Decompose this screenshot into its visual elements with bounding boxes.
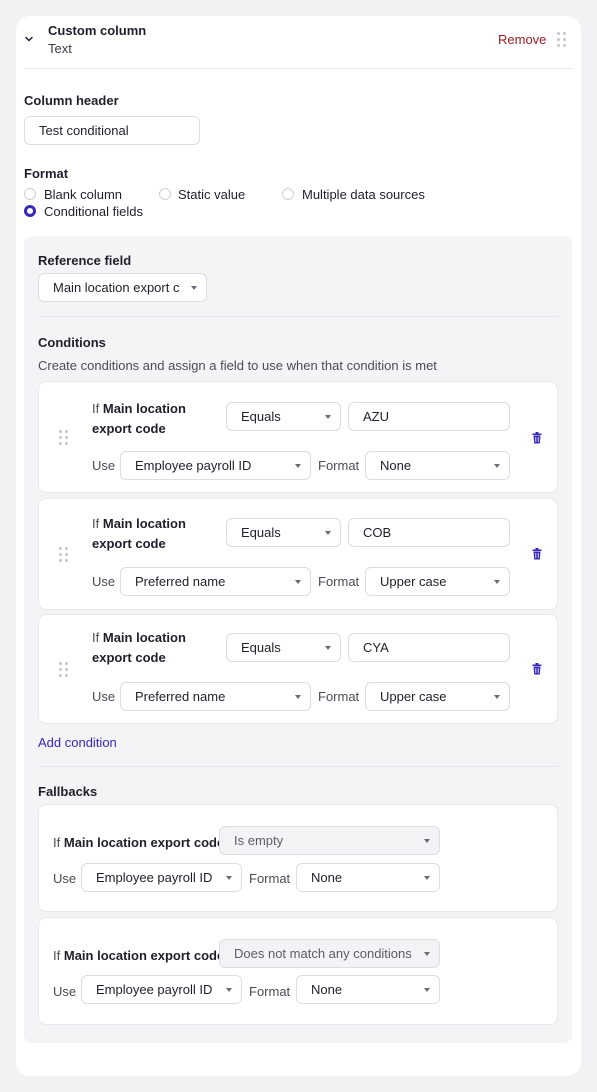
radio-label-blank-column: Blank column [44,187,123,202]
reference-field-label: Reference field [38,253,132,268]
caret-down-icon [325,415,331,419]
column-title: Custom column [48,23,147,38]
fallback-use-select[interactable]: Employee payroll ID [81,975,242,1004]
fallback-row: If Main location export code Is empty Us… [38,804,558,912]
condition-use-select[interactable]: Preferred name [120,567,311,596]
add-condition-button[interactable]: Add condition [38,735,117,750]
use-label: Use [92,458,116,473]
format-label: Format [318,689,360,704]
caret-down-icon [424,839,430,843]
caret-down-icon [295,580,301,584]
section-divider [38,316,558,317]
fallback-format-select[interactable]: None [296,975,440,1004]
caret-down-icon [494,580,500,584]
trash-icon[interactable] [532,432,542,444]
caret-down-icon [295,695,301,699]
fallback-condition-select[interactable]: Is empty [219,826,440,855]
caret-down-icon [295,464,301,468]
condition-value-input[interactable]: AZU [348,402,510,431]
remove-button[interactable]: Remove [498,32,546,47]
chevron-down-icon[interactable] [24,34,34,44]
condition-format-select[interactable]: Upper case [365,567,510,596]
condition-row: If Main location export code Equals AZU … [38,381,558,493]
format-label: Format [24,166,69,181]
radio-label-multiple-data-sources: Multiple data sources [302,187,425,202]
condition-operator-select[interactable]: Equals [226,402,341,431]
format-label: Format [249,871,291,886]
header-divider [24,68,573,69]
condition-operator-select[interactable]: Equals [226,633,341,662]
caret-down-icon [494,464,500,468]
fallback-use-select[interactable]: Employee payroll ID [81,863,242,892]
condition-row: If Main location export code Equals CYA … [38,614,558,724]
caret-down-icon [424,952,430,956]
caret-down-icon [325,646,331,650]
radio-static-value[interactable] [159,188,171,200]
use-label: Use [53,984,77,999]
caret-down-icon [424,988,430,992]
fallback-condition-select[interactable]: Does not match any conditions [219,939,440,968]
caret-down-icon [226,988,232,992]
conditions-label: Conditions [38,335,106,350]
fallback-row: If Main location export code Does not ma… [38,917,558,1025]
column-type: Text [48,41,72,56]
section-divider [38,766,558,767]
trash-icon[interactable] [532,548,542,560]
condition-format-select[interactable]: Upper case [365,682,510,711]
column-header-input[interactable]: Test conditional [24,116,200,145]
condition-format-select[interactable]: None [365,451,510,480]
use-label: Use [92,574,116,589]
format-label: Format [318,458,360,473]
condition-field-label: If Main location export code [92,630,186,665]
fallback-field-label: If Main location export code [53,835,225,850]
condition-use-select[interactable]: Preferred name [120,682,311,711]
drag-handle-icon[interactable] [557,32,566,47]
format-label: Format [249,984,291,999]
radio-blank-column[interactable] [24,188,36,200]
radio-label-conditional-fields: Conditional fields [44,204,144,219]
fallback-format-select[interactable]: None [296,863,440,892]
format-label: Format [318,574,360,589]
radio-label-static-value: Static value [178,187,246,202]
condition-field-label: If Main location export code [92,516,186,551]
reference-field-value: Main location export c [53,280,180,295]
drag-handle-icon[interactable] [59,662,68,677]
trash-icon[interactable] [532,663,542,675]
condition-row: If Main location export code Equals COB … [38,498,558,610]
drag-handle-icon[interactable] [59,547,68,562]
radio-multiple-data-sources[interactable] [282,188,294,200]
use-label: Use [92,689,116,704]
condition-use-select[interactable]: Employee payroll ID [120,451,311,480]
caret-down-icon [325,531,331,535]
fallback-field-label: If Main location export code [53,948,225,963]
radio-conditional-fields[interactable] [24,205,36,217]
custom-column-card: Custom column Text Remove Column header … [16,16,581,1076]
condition-operator-select[interactable]: Equals [226,518,341,547]
caret-down-icon [226,876,232,880]
conditional-fields-panel: Reference field Main location export c C… [24,236,572,1043]
condition-value-input[interactable]: COB [348,518,510,547]
condition-field-label: If Main location export code [92,401,186,436]
caret-down-icon [191,286,197,290]
condition-value-input[interactable]: CYA [348,633,510,662]
drag-handle-icon[interactable] [59,430,68,445]
fallbacks-label: Fallbacks [38,784,98,799]
use-label: Use [53,871,77,886]
caret-down-icon [424,876,430,880]
conditions-description: Create conditions and assign a field to … [38,358,437,373]
caret-down-icon [494,695,500,699]
reference-field-select[interactable]: Main location export c [38,273,207,302]
column-header-label: Column header [24,93,119,108]
